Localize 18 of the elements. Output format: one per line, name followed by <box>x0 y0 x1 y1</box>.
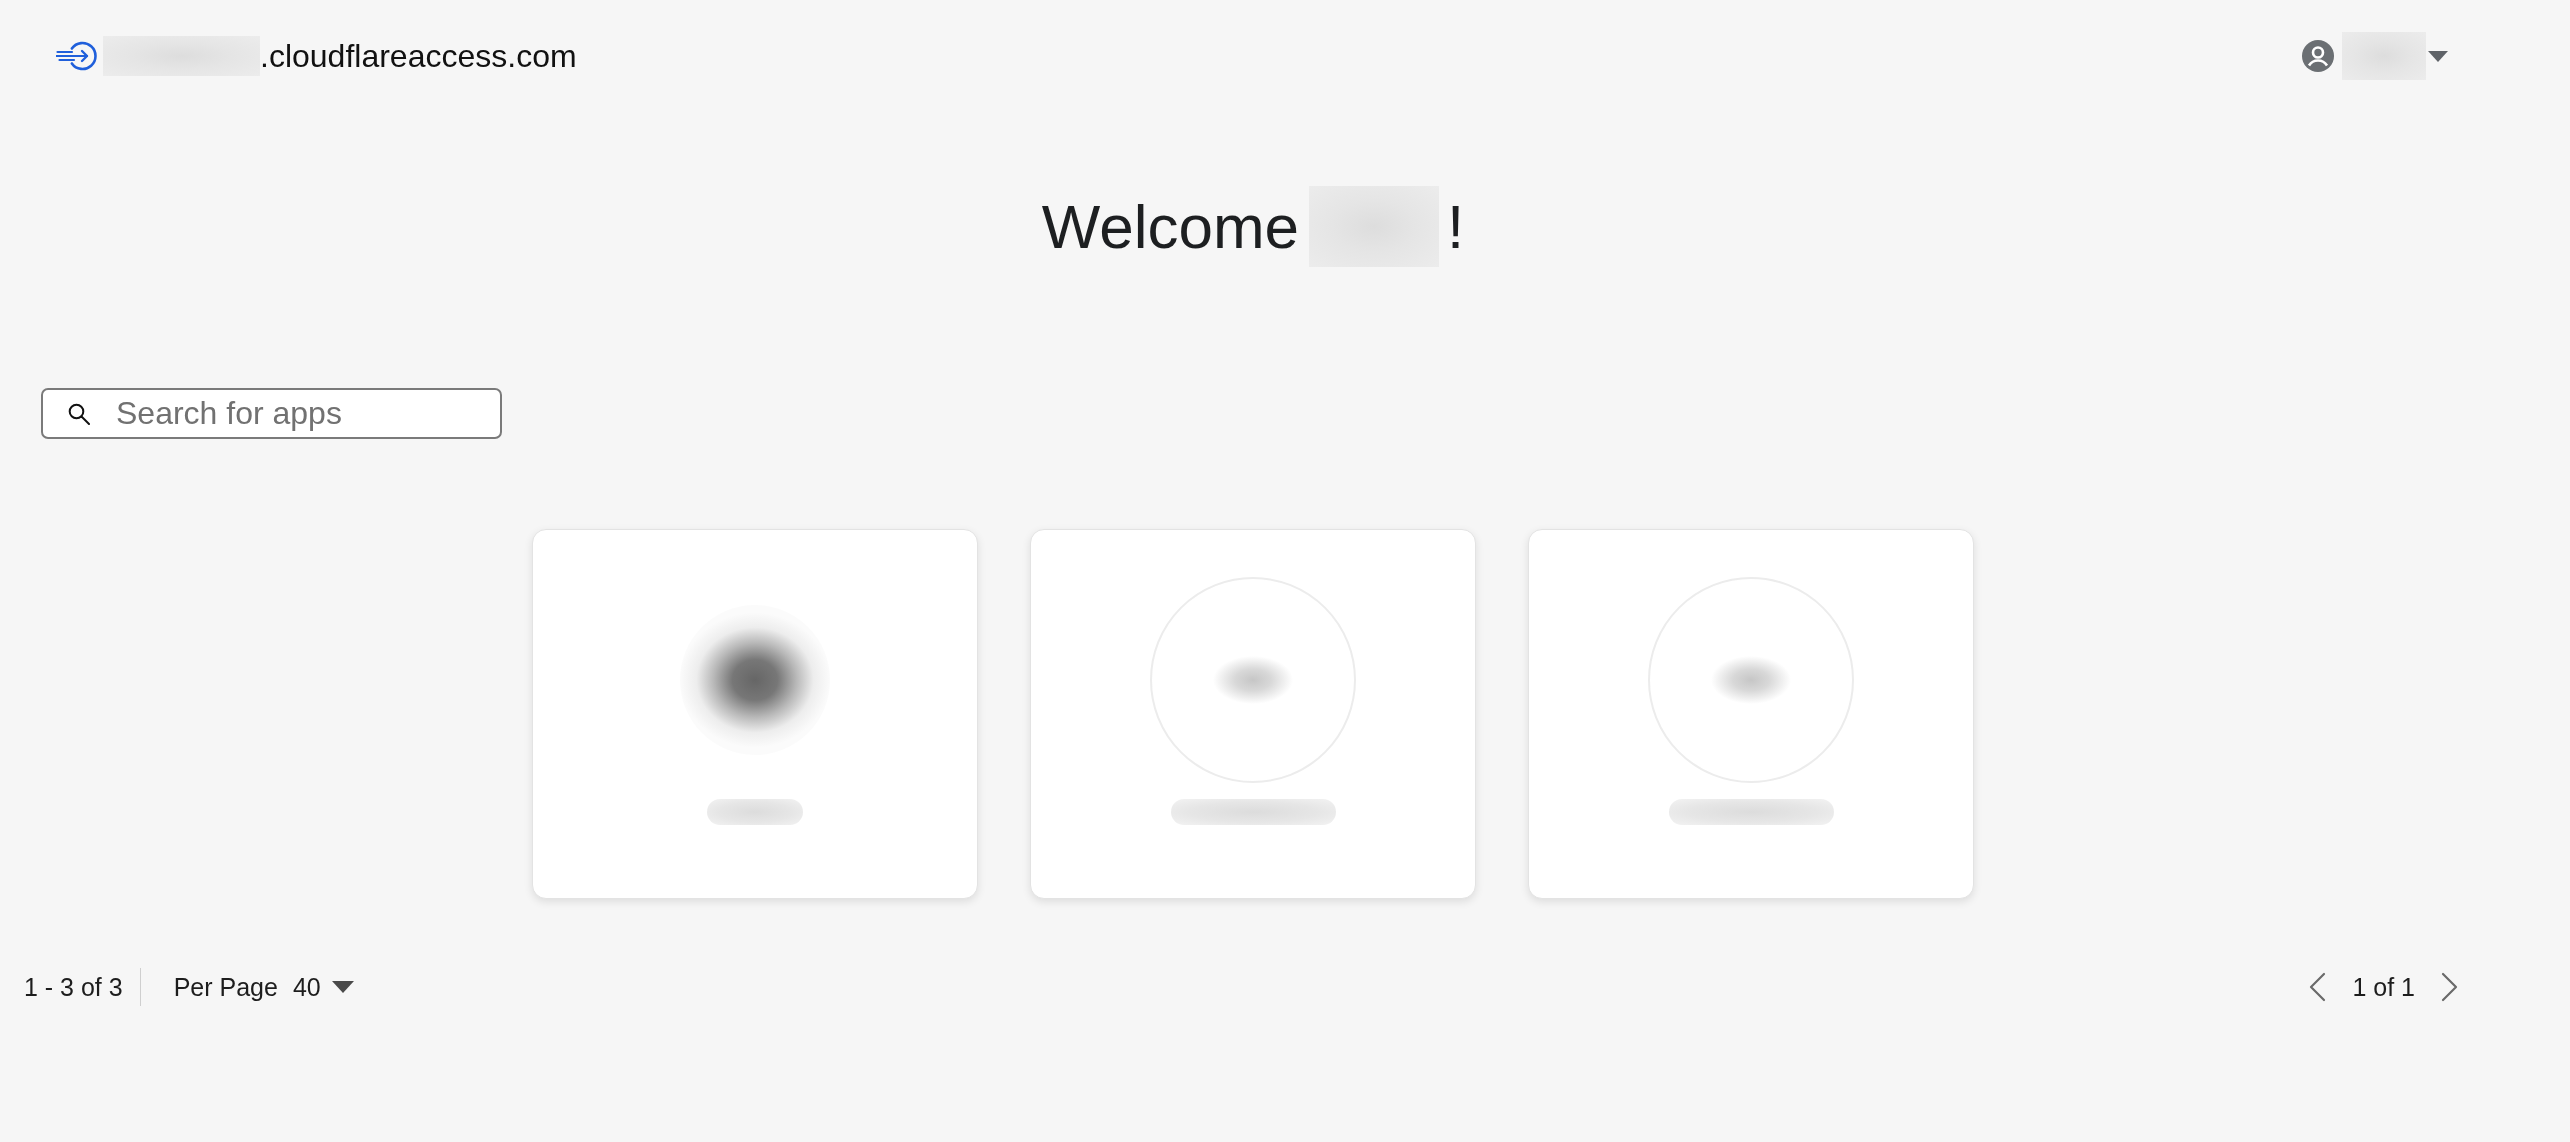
welcome-heading: Welcome <box>1041 190 1299 263</box>
sign-in-arrow-icon <box>56 41 97 71</box>
heading-punctuation: ! <box>1447 190 1465 263</box>
search-field[interactable]: Search for apps <box>41 388 502 439</box>
search-icon <box>68 403 90 425</box>
app-tile[interactable] <box>1528 529 1974 899</box>
per-page-label: Per Page <box>173 972 278 1002</box>
chevron-right-icon[interactable] <box>2440 972 2459 1002</box>
domain-name: .cloudflareaccess.com <box>260 40 577 72</box>
caret-icon <box>331 981 354 993</box>
page-indicator: 1 of 1 <box>2352 972 2415 1002</box>
user-avatar-icon[interactable] <box>2302 40 2334 72</box>
per-page-select[interactable]: 40 <box>292 972 354 1002</box>
caret-icon[interactable] <box>2428 50 2448 62</box>
app-tile[interactable] <box>532 529 978 899</box>
chevron-left-icon[interactable] <box>2308 972 2328 1002</box>
result-range: 1 - 3 of 3 <box>24 972 123 1002</box>
app-tile[interactable] <box>1030 529 1476 899</box>
